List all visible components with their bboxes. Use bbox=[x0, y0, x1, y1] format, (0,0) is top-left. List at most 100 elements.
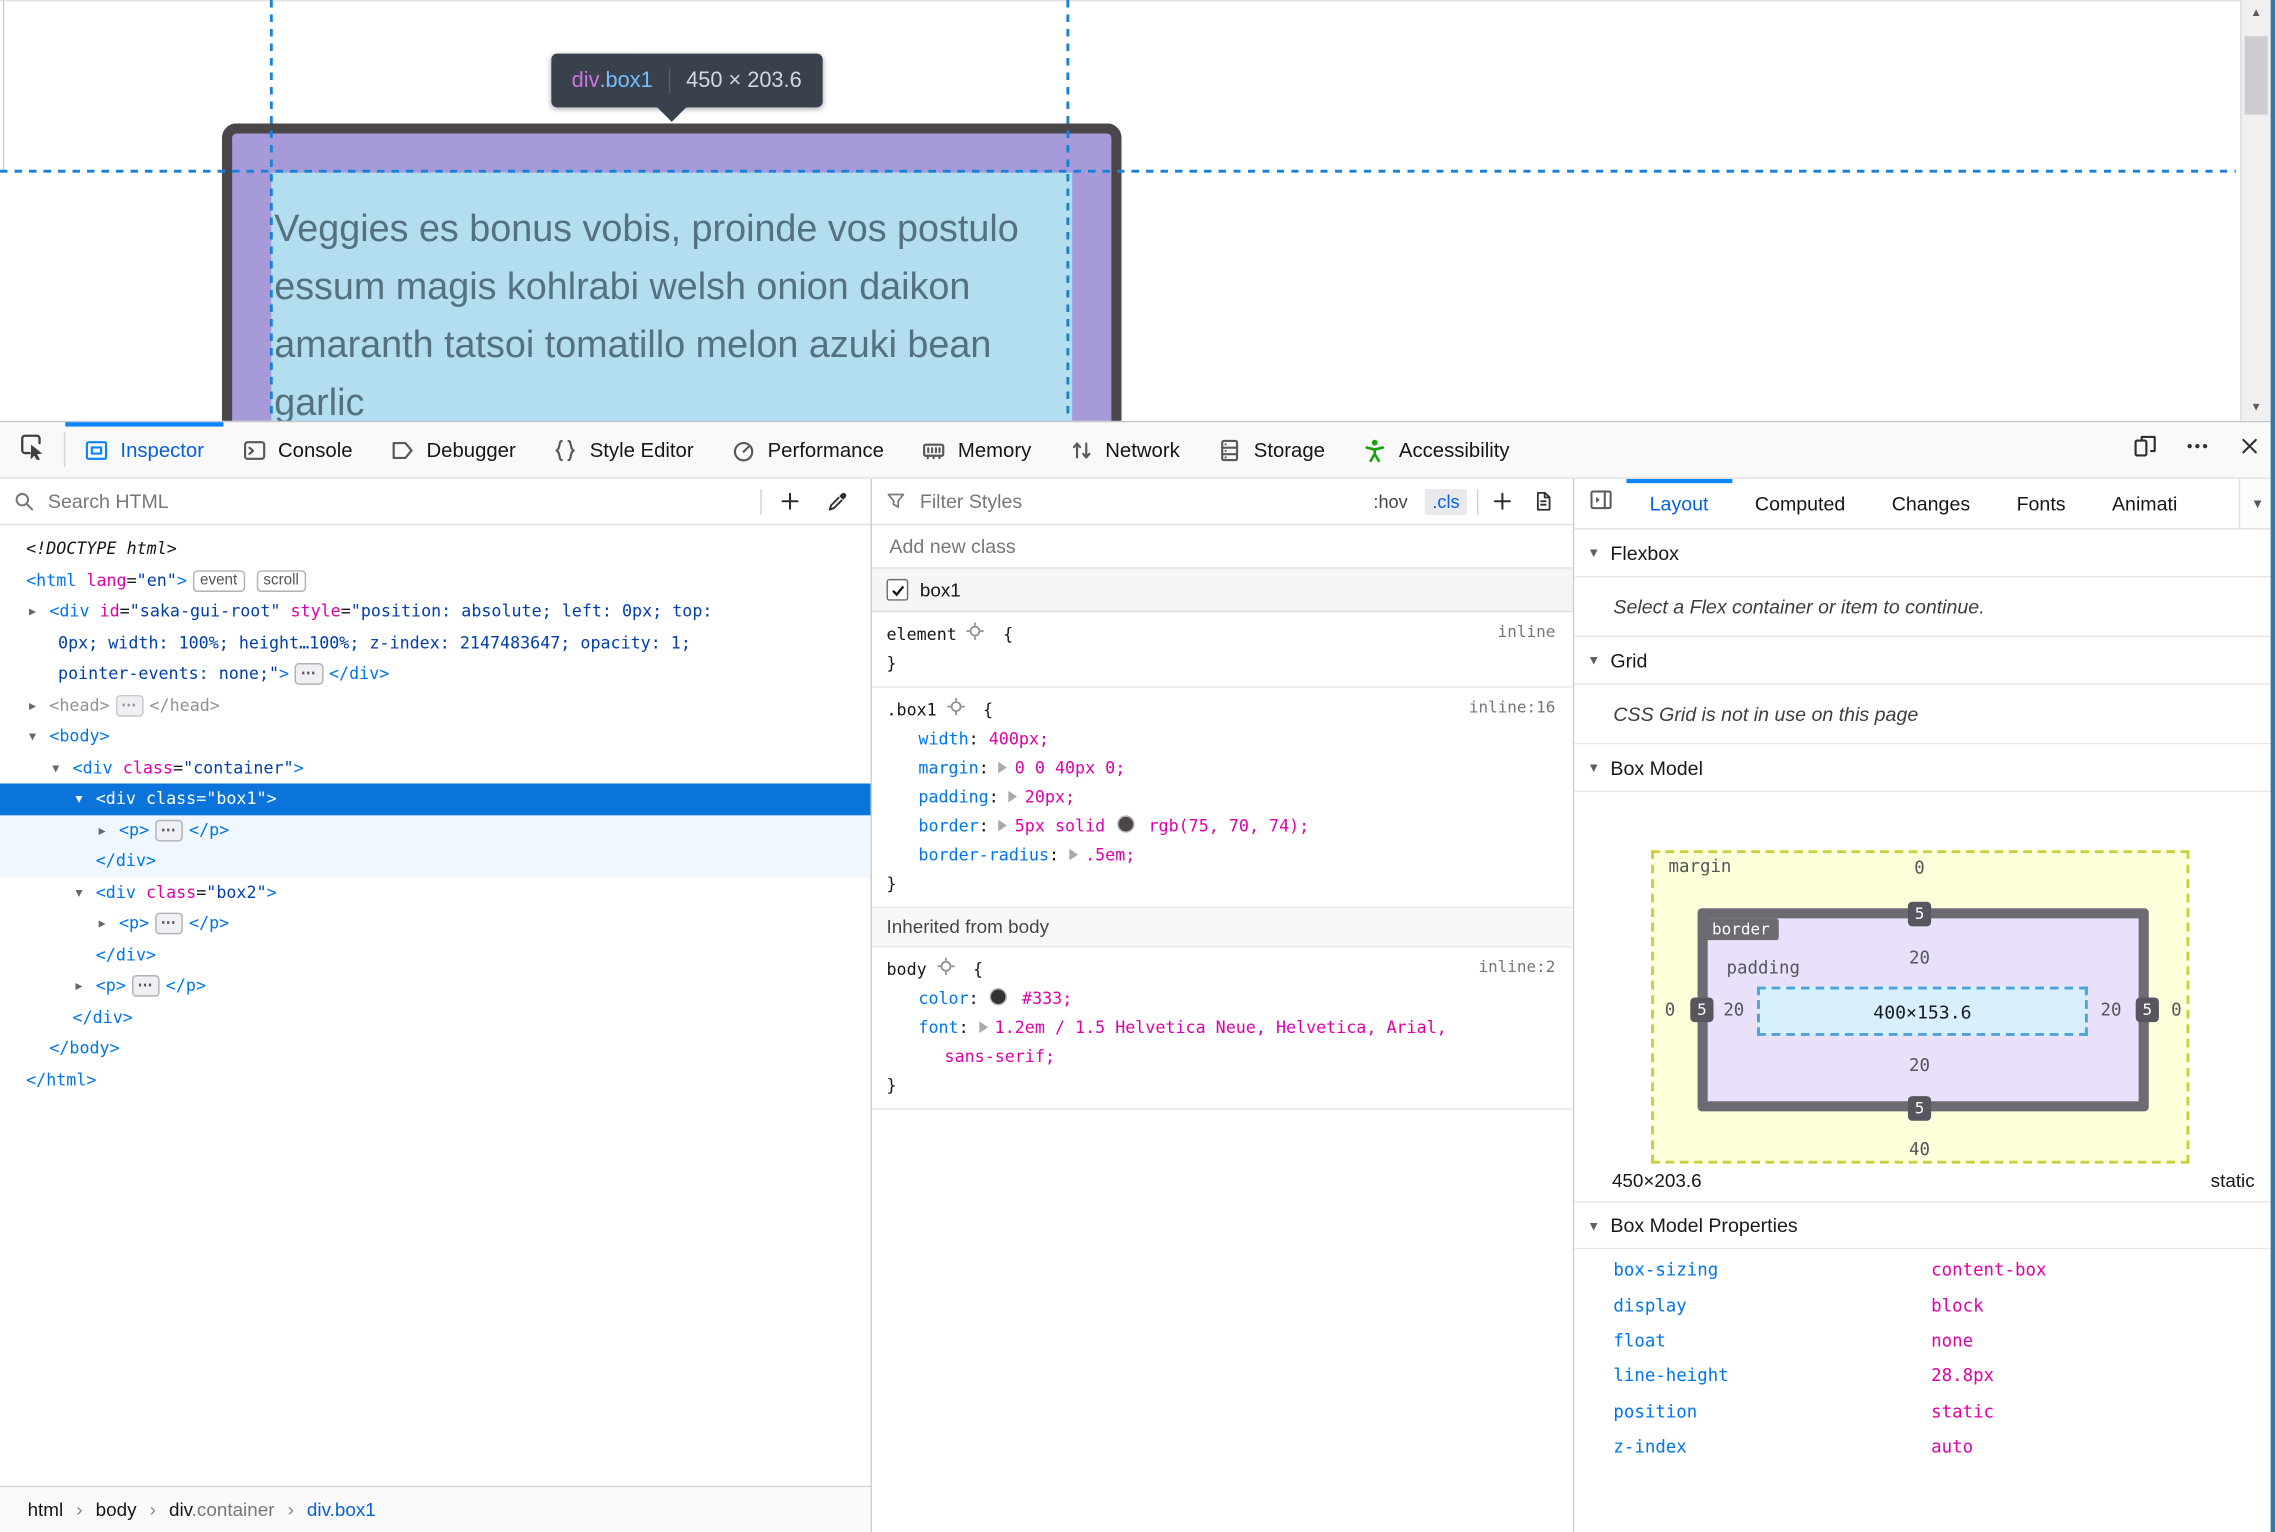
toggle-pseudo-class-button[interactable]: :hov bbox=[1366, 491, 1415, 511]
property-name[interactable]: font bbox=[918, 1017, 958, 1037]
close-devtools-button[interactable] bbox=[2223, 422, 2275, 477]
tab-console[interactable]: Console bbox=[223, 422, 372, 477]
box-model-section-header[interactable]: ▼ Box Model bbox=[1574, 744, 2275, 793]
bm-property-name[interactable]: box-sizing bbox=[1574, 1260, 1931, 1280]
css-rule[interactable]: body {color: #333; font: 1.2em / 1.5 Helv… bbox=[871, 947, 1573, 1110]
css-declaration[interactable]: color: #333; bbox=[872, 984, 1573, 1013]
event-badge[interactable]: event bbox=[192, 569, 245, 592]
markup-line[interactable]: </div> bbox=[0, 845, 871, 878]
selector-highlighter-icon[interactable] bbox=[966, 620, 985, 649]
expand-arrow-icon[interactable]: ▼ bbox=[29, 721, 36, 752]
breadcrumb-item-body[interactable]: body bbox=[96, 1499, 137, 1521]
markup-line[interactable]: </div> bbox=[0, 939, 871, 970]
rule-source-link[interactable]: inline bbox=[1498, 622, 1556, 641]
css-declaration[interactable]: width: 400px; bbox=[872, 724, 1573, 753]
bm-property-name[interactable]: line-height bbox=[1574, 1366, 1931, 1386]
more-tools-menu-button[interactable] bbox=[2171, 422, 2223, 477]
sidebar-tab-fonts[interactable]: Fonts bbox=[1993, 479, 2088, 528]
sidebar-tab-changes[interactable]: Changes bbox=[1869, 479, 1994, 528]
ellipsis-badge[interactable]: ⋯ bbox=[131, 974, 161, 997]
property-name[interactable]: padding bbox=[918, 786, 988, 806]
page-scrollbar[interactable]: ▲ ▼ bbox=[2240, 0, 2271, 421]
markup-line[interactable]: ▼ <body> bbox=[0, 721, 871, 752]
search-html-input[interactable] bbox=[44, 488, 751, 514]
ellipsis-badge[interactable]: ⋯ bbox=[154, 819, 184, 841]
bm-padding-left[interactable]: 20 bbox=[1723, 1000, 1744, 1020]
css-rule[interactable]: element {} inline bbox=[871, 612, 1573, 688]
markup-line[interactable]: ▼ <div class="box2"> bbox=[0, 877, 871, 908]
property-value[interactable]: 0 0 40px 0; bbox=[1015, 757, 1126, 777]
ellipsis-badge[interactable]: ⋯ bbox=[115, 694, 144, 717]
markup-line[interactable]: ▼ <div class="box1"> bbox=[0, 783, 871, 815]
responsive-design-mode-button[interactable] bbox=[2118, 422, 2170, 477]
expander-arrow-icon[interactable] bbox=[1069, 848, 1078, 861]
expand-arrow-icon[interactable]: ▶ bbox=[99, 908, 106, 939]
property-name[interactable]: color bbox=[918, 988, 968, 1008]
sidebar-tab-layout[interactable]: Layout bbox=[1626, 478, 1732, 528]
expander-arrow-icon[interactable] bbox=[998, 761, 1008, 774]
expander-arrow-icon[interactable] bbox=[998, 819, 1008, 832]
markup-line[interactable]: <html lang="en"> event scroll bbox=[0, 565, 871, 596]
bm-padding-right[interactable]: 20 bbox=[2101, 1000, 2122, 1020]
rule-selector[interactable]: body bbox=[886, 959, 926, 979]
markup-line[interactable]: ▶ <p> ⋯ </p> bbox=[0, 814, 871, 846]
bm-property-value[interactable]: auto bbox=[1931, 1437, 1973, 1457]
bm-property-value[interactable]: block bbox=[1931, 1295, 1983, 1315]
markup-line[interactable]: </div> bbox=[0, 1002, 871, 1033]
print-media-simulation-button[interactable] bbox=[1526, 490, 1559, 512]
scroll-badge[interactable]: scroll bbox=[256, 569, 307, 592]
node-picker-button[interactable] bbox=[0, 422, 64, 477]
css-rule[interactable]: .box1 {width: 400px; margin: 0 0 40px 0; p… bbox=[871, 688, 1573, 909]
bm-property-name[interactable]: display bbox=[1574, 1295, 1931, 1315]
markup-line[interactable]: <!DOCTYPE html> bbox=[0, 534, 871, 565]
bm-property-name[interactable]: position bbox=[1574, 1401, 1931, 1421]
markup-line[interactable]: ▶ <div id="saka-gui-root" style="position… bbox=[0, 596, 871, 627]
markup-line[interactable]: </html> bbox=[0, 1064, 871, 1095]
property-value[interactable]: 1.2em / 1.5 Helvetica Neue, Helvetica, A… bbox=[995, 1017, 1447, 1037]
tab-inspector[interactable]: Inspector bbox=[65, 422, 223, 477]
bm-border-left[interactable]: 5 bbox=[1690, 997, 1714, 1023]
rule-selector[interactable]: element bbox=[886, 624, 956, 644]
flexbox-section-header[interactable]: ▼ Flexbox bbox=[1574, 530, 2275, 578]
bm-margin-top[interactable]: 0 bbox=[1914, 857, 1924, 877]
rule-source-link[interactable]: inline:16 bbox=[1469, 698, 1555, 717]
breadcrumb-item-div[interactable]: div.container bbox=[169, 1499, 275, 1521]
all-tabs-menu-button[interactable]: ▼ bbox=[2238, 478, 2275, 529]
property-value[interactable]: rgb(75, 70, 74); bbox=[1138, 815, 1309, 835]
breadcrumb-item-div-box1[interactable]: div.box1 bbox=[307, 1499, 376, 1521]
bm-margin-right[interactable]: 0 bbox=[2171, 1000, 2181, 1020]
toggle-classes-button[interactable]: .cls bbox=[1425, 488, 1467, 515]
css-declaration[interactable]: border-radius: .5em; bbox=[872, 840, 1573, 869]
selector-highlighter-icon[interactable] bbox=[946, 695, 965, 724]
expander-arrow-icon[interactable] bbox=[1008, 790, 1018, 803]
expand-arrow-icon[interactable]: ▶ bbox=[99, 815, 106, 846]
tab-accessibility[interactable]: Accessibility bbox=[1344, 422, 1529, 477]
css-declaration[interactable]: font: 1.2em / 1.5 Helvetica Neue, Helvet… bbox=[872, 1013, 1573, 1071]
bm-property-value[interactable]: static bbox=[1931, 1401, 1994, 1421]
color-swatch-icon[interactable] bbox=[990, 988, 1008, 1006]
bm-margin-bottom[interactable]: 40 bbox=[1909, 1139, 1930, 1159]
sidebar-tab-animations[interactable]: Animati bbox=[2089, 479, 2201, 528]
scroll-down-icon[interactable]: ▼ bbox=[2242, 400, 2271, 413]
property-value[interactable]: 5px solid bbox=[1015, 815, 1115, 835]
tab-memory[interactable]: Memory bbox=[903, 422, 1050, 477]
eyedropper-button[interactable] bbox=[818, 490, 857, 512]
ellipsis-badge[interactable]: ⋯ bbox=[154, 912, 184, 935]
property-value[interactable]: 20px; bbox=[1025, 786, 1075, 806]
bm-property-name[interactable]: z-index bbox=[1574, 1437, 1931, 1457]
css-declaration[interactable]: margin: 0 0 40px 0; bbox=[872, 753, 1573, 782]
add-node-button[interactable] bbox=[772, 490, 808, 512]
property-value[interactable]: .5em; bbox=[1085, 844, 1135, 864]
markup-line[interactable]: ▼ <div class="container"> bbox=[0, 752, 871, 783]
add-class-input[interactable] bbox=[886, 533, 1559, 559]
sidebar-toggle-button[interactable] bbox=[1574, 479, 1626, 528]
markup-line[interactable]: </body> bbox=[0, 1033, 871, 1064]
rule-source-link[interactable]: inline:2 bbox=[1478, 958, 1555, 977]
grid-section-header[interactable]: ▼ Grid bbox=[1574, 637, 2275, 685]
expand-arrow-icon[interactable]: ▼ bbox=[52, 752, 59, 783]
expand-arrow-icon[interactable]: ▼ bbox=[75, 783, 82, 814]
filter-styles-input[interactable] bbox=[916, 488, 1357, 514]
expand-arrow-icon[interactable]: ▼ bbox=[75, 877, 82, 908]
class-checkbox[interactable] bbox=[886, 578, 909, 601]
add-rule-button[interactable] bbox=[1489, 490, 1517, 512]
